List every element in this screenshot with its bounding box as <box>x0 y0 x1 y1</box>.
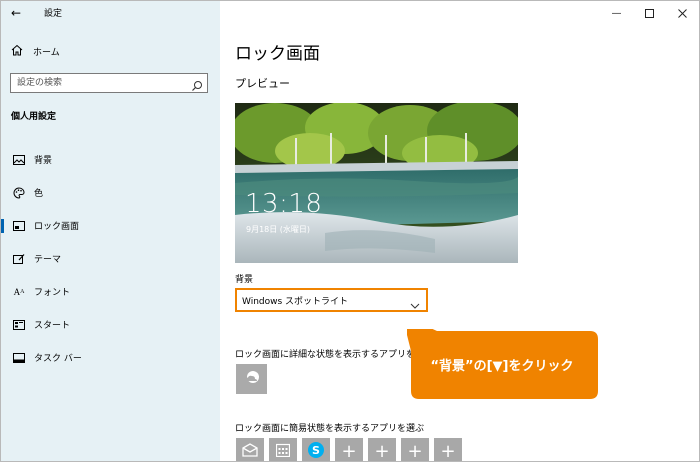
skype-icon: S <box>307 441 325 461</box>
mail-icon <box>242 443 258 461</box>
sidebar-item-taskbar[interactable]: タスク バー <box>1 341 220 374</box>
search-icon[interactable] <box>191 77 203 91</box>
lock-screen-icon <box>12 220 26 232</box>
quick-status-apps: S + + + + <box>236 438 467 461</box>
sidebar-item-label: ロック画面 <box>34 222 80 232</box>
quick-app-calendar[interactable] <box>269 438 297 461</box>
background-dropdown-value: Windows スポットライト <box>242 297 349 307</box>
preview-label: プレビュー <box>235 77 290 90</box>
nav-list: 背景 色 ロック画面 テーマ AA フォント スタート タスク バー <box>1 143 220 374</box>
taskbar-icon <box>12 352 26 364</box>
font-icon: AA <box>13 286 25 297</box>
maximize-icon[interactable] <box>633 1 666 25</box>
sidebar-item-label: テーマ <box>34 255 62 265</box>
preview-time: 13:18 <box>245 189 323 219</box>
chevron-down-icon[interactable] <box>410 296 420 309</box>
sidebar-item-label: スタート <box>34 321 71 331</box>
sidebar-item-label: フォント <box>34 288 71 298</box>
quick-app-add[interactable]: + <box>335 438 363 461</box>
quick-app-add[interactable]: + <box>368 438 396 461</box>
sidebar-item-start[interactable]: スタート <box>1 308 220 341</box>
quick-app-add[interactable]: + <box>401 438 429 461</box>
minimize-icon[interactable]: — <box>600 1 633 25</box>
sidebar-item-label: 色 <box>34 189 44 199</box>
home-icon <box>11 44 25 59</box>
sidebar-item-background[interactable]: 背景 <box>1 143 220 176</box>
weather-icon <box>243 369 261 389</box>
callout-text: “背景”の[▼]をクリック <box>430 359 574 374</box>
close-icon[interactable] <box>666 1 699 25</box>
lock-screen-preview: 13:18 9月18日 (水曜日) <box>235 103 518 263</box>
instruction-callout: “背景”の[▼]をクリック <box>407 329 600 401</box>
window-controls: — <box>600 1 699 25</box>
title-bar: ← 設定 <box>1 1 220 25</box>
nav-home[interactable]: ホーム <box>11 43 60 59</box>
detail-status-app-button[interactable] <box>236 364 267 394</box>
start-icon <box>12 319 26 331</box>
background-dropdown[interactable]: Windows スポットライト <box>235 288 428 312</box>
theme-icon <box>12 253 26 265</box>
detail-status-label: ロック画面に詳細な状態を表示するアプリを 1 <box>235 350 424 360</box>
picture-icon <box>12 154 26 166</box>
settings-window: ← 設定 ホーム 個人用設定 背景 <box>0 0 700 462</box>
section-title: 個人用設定 <box>11 112 57 122</box>
quick-status-label: ロック画面に簡易状態を表示するアプリを選ぶ <box>235 424 425 434</box>
sidebar-item-label: 背景 <box>34 156 53 166</box>
sidebar-item-font[interactable]: AA フォント <box>1 275 220 308</box>
search-input[interactable] <box>17 76 187 90</box>
calendar-icon <box>275 443 291 461</box>
back-arrow-icon[interactable]: ← <box>11 5 27 21</box>
app-title: 設定 <box>44 9 63 19</box>
palette-icon <box>12 186 26 199</box>
sidebar: ← 設定 ホーム 個人用設定 背景 <box>1 1 220 461</box>
background-label: 背景 <box>235 275 254 285</box>
preview-date: 9月18日 (水曜日) <box>246 225 311 234</box>
sidebar-item-color[interactable]: 色 <box>1 176 220 209</box>
nav-home-label: ホーム <box>33 47 60 58</box>
sidebar-item-lock-screen[interactable]: ロック画面 <box>1 209 220 242</box>
quick-app-add[interactable]: + <box>434 438 462 461</box>
search-field[interactable] <box>10 73 208 93</box>
page-title: ロック画面 <box>235 44 320 64</box>
quick-app-mail[interactable] <box>236 438 264 461</box>
svg-text:S: S <box>312 444 320 457</box>
quick-app-skype[interactable]: S <box>302 438 330 461</box>
sidebar-item-theme[interactable]: テーマ <box>1 242 220 275</box>
sidebar-item-label: タスク バー <box>34 354 82 364</box>
